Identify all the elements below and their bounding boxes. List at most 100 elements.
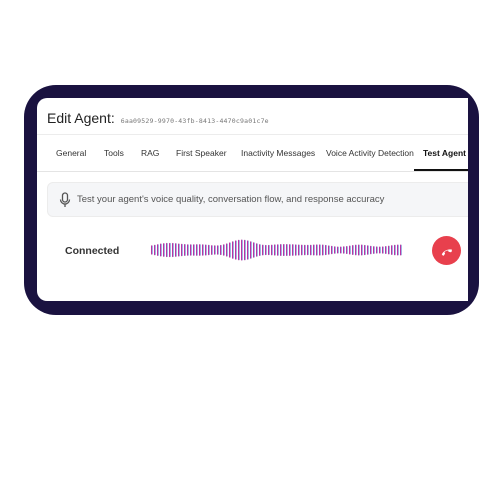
waveform-bar	[271, 244, 273, 256]
waveform-bar	[382, 246, 384, 254]
agent-id: 6aa09529-9970-43fb-8413-4470c9a01c7e	[120, 117, 269, 125]
page-header: Edit Agent: 6aa09529-9970-43fb-8413-4470…	[47, 110, 269, 130]
waveform-bar	[397, 244, 399, 256]
waveform-bar	[247, 240, 249, 260]
app-screen: Edit Agent: 6aa09529-9970-43fb-8413-4470…	[37, 98, 468, 301]
waveform-bar	[205, 244, 207, 256]
waveform-bar	[322, 244, 324, 256]
waveform-bar	[211, 245, 213, 255]
waveform-bar	[343, 246, 345, 254]
waveform-bar	[391, 245, 393, 255]
waveform-bar	[196, 244, 198, 256]
waveform-bar	[304, 244, 306, 256]
waveform-bar	[190, 244, 192, 256]
waveform-bar	[274, 244, 276, 256]
tab-test-agent[interactable]: Test Agent	[423, 148, 466, 158]
waveform-bar	[349, 245, 351, 255]
waveform-bar	[235, 240, 237, 260]
waveform-bar	[358, 244, 360, 256]
tab-tools[interactable]: Tools	[104, 148, 124, 158]
tab-bar: General Tools RAG First Speaker Inactivi…	[47, 148, 468, 172]
waveform-bar	[298, 244, 300, 256]
waveform-bar	[400, 244, 402, 256]
waveform-bar	[364, 244, 366, 256]
waveform-bar	[367, 245, 369, 255]
waveform-bar	[334, 246, 336, 254]
tabs-divider	[37, 171, 468, 172]
waveform-bar	[172, 242, 174, 258]
waveform-bar	[370, 245, 372, 255]
info-banner: Test your agent's voice quality, convers…	[47, 182, 468, 217]
waveform-bar	[250, 241, 252, 259]
waveform-bar	[352, 245, 354, 255]
waveform-bar	[295, 244, 297, 256]
waveform-bar	[325, 244, 327, 256]
waveform-bar	[388, 245, 390, 255]
info-text: Test your agent's voice quality, convers…	[77, 194, 385, 205]
waveform-bar	[265, 244, 267, 256]
waveform-bar	[154, 244, 156, 256]
hangup-button[interactable]	[432, 236, 461, 265]
waveform-bar	[163, 243, 165, 257]
tab-general[interactable]: General	[56, 148, 86, 158]
waveform-bar	[277, 244, 279, 256]
waveform-bar	[169, 242, 171, 258]
waveform-bar	[187, 244, 189, 256]
waveform-bar	[214, 245, 216, 255]
tab-voice-activity-detection[interactable]: Voice Activity Detection	[326, 148, 414, 158]
microphone-icon	[59, 192, 71, 207]
waveform-bar	[355, 244, 357, 256]
waveform-bar	[373, 246, 375, 254]
waveform-bar	[385, 246, 387, 254]
waveform-bar	[202, 244, 204, 256]
waveform-bar	[193, 244, 195, 256]
waveform-bar	[157, 244, 159, 256]
waveform-bar	[286, 244, 288, 256]
waveform-bar	[331, 245, 333, 255]
waveform-bar	[256, 243, 258, 257]
waveform-bar	[244, 239, 246, 261]
waveform-bar	[268, 244, 270, 256]
waveform-bar	[328, 245, 330, 255]
waveform-bar	[340, 246, 342, 254]
header-divider	[37, 134, 468, 135]
waveform-bar	[379, 246, 381, 254]
waveform-bar	[319, 244, 321, 256]
tab-inactivity-messages[interactable]: Inactivity Messages	[241, 148, 315, 158]
waveform-bar	[232, 241, 234, 259]
waveform-bar	[337, 246, 339, 254]
waveform-bar	[394, 244, 396, 256]
waveform-bar	[241, 239, 243, 261]
waveform-bar	[151, 245, 153, 255]
waveform-bar	[208, 244, 210, 256]
waveform-bar	[259, 244, 261, 256]
waveform-bar	[181, 243, 183, 257]
waveform-bar	[220, 244, 222, 256]
waveform-bar	[238, 239, 240, 261]
waveform-bar	[184, 244, 186, 256]
waveform-bar	[223, 244, 225, 256]
waveform-bar	[253, 242, 255, 258]
tab-first-speaker[interactable]: First Speaker	[176, 148, 227, 158]
waveform-bar	[283, 244, 285, 257]
waveform-bar	[313, 244, 315, 256]
tab-rag[interactable]: RAG	[141, 148, 159, 158]
waveform-bar	[166, 242, 168, 258]
waveform-bar	[178, 243, 180, 257]
phone-hangup-icon	[441, 249, 452, 256]
waveform-bar	[226, 243, 228, 257]
waveform-bar	[229, 242, 231, 258]
waveform-bar	[292, 244, 294, 256]
waveform-bar	[289, 244, 291, 256]
call-status: Connected	[65, 245, 120, 257]
waveform-bar	[280, 244, 282, 256]
waveform-bar	[310, 244, 312, 256]
waveform-bar	[262, 244, 264, 256]
waveform-bar	[307, 244, 309, 256]
waveform-bar	[175, 243, 177, 257]
audio-waveform	[151, 239, 402, 261]
waveform-bar	[376, 246, 378, 254]
waveform-bar	[217, 245, 219, 255]
waveform-bar	[160, 243, 162, 257]
waveform-bar	[301, 244, 303, 256]
